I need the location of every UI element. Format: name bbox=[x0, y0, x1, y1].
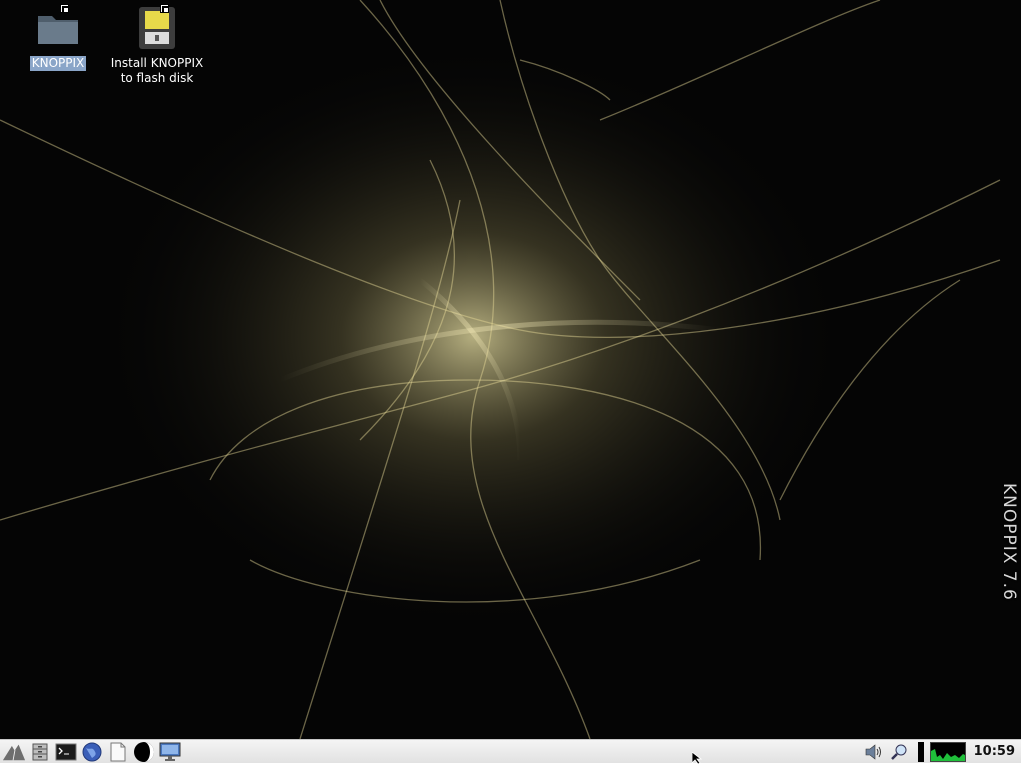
magnifier-button[interactable] bbox=[888, 741, 912, 763]
file-cabinet-icon bbox=[32, 743, 48, 760]
fractal-wallpaper bbox=[0, 0, 1021, 739]
web-browser-button[interactable] bbox=[80, 741, 104, 763]
mouse-pointer-icon bbox=[692, 752, 703, 764]
knoppix-logo-icon bbox=[2, 744, 26, 760]
magnifier-icon bbox=[890, 744, 907, 760]
cpu-graph-icon bbox=[930, 748, 965, 761]
clock[interactable]: 10:59 bbox=[966, 744, 1021, 759]
document-icon bbox=[110, 742, 126, 761]
desktop-icon-knoppix[interactable]: KNOPPIX bbox=[8, 4, 108, 71]
desktop-icon-install-flash[interactable]: Install KNOPPIX to flash disk bbox=[107, 4, 207, 86]
desktop[interactable]: KNOPPIX Install KNOPPIX to flash disk KN… bbox=[0, 0, 1021, 739]
start-menu-button[interactable] bbox=[2, 741, 26, 763]
show-desktop-button[interactable] bbox=[158, 741, 182, 763]
shortcut-arrow-icon bbox=[60, 4, 69, 13]
system-tray: 10:59 bbox=[860, 740, 1021, 764]
text-editor-button[interactable] bbox=[106, 741, 130, 763]
moon-icon bbox=[134, 741, 154, 762]
file-manager-button[interactable] bbox=[28, 741, 52, 763]
desktop-icon-label: KNOPPIX bbox=[29, 56, 87, 71]
volume-button[interactable] bbox=[862, 741, 886, 763]
flash-disk-icon bbox=[133, 4, 181, 52]
globe-icon bbox=[82, 742, 102, 761]
folder-icon bbox=[34, 4, 82, 52]
taskbar: 10:59 bbox=[0, 739, 1021, 763]
terminal-icon bbox=[55, 743, 77, 760]
version-watermark: KNOPPIX 7.6 bbox=[999, 483, 1019, 601]
shortcut-arrow-icon bbox=[160, 4, 169, 13]
terminal-button[interactable] bbox=[54, 741, 78, 763]
monitor-icon bbox=[159, 742, 181, 761]
media-button[interactable] bbox=[132, 741, 156, 763]
tray-separator bbox=[917, 741, 924, 762]
speaker-icon bbox=[865, 743, 881, 760]
desktop-icon-label: Install KNOPPIX to flash disk bbox=[110, 56, 204, 85]
cpu-monitor[interactable] bbox=[929, 741, 966, 762]
